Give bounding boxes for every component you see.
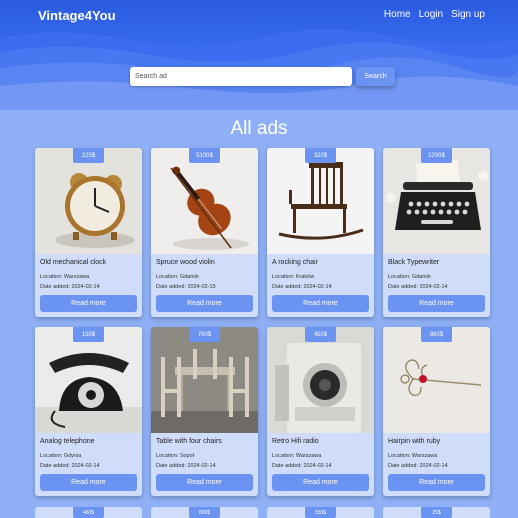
read-more-button[interactable]: Read more <box>40 474 137 491</box>
ad-image[interactable] <box>383 148 490 254</box>
ad-title: Analog telephone <box>40 438 95 445</box>
ad-card[interactable]: 800$ <box>151 507 258 518</box>
read-more-button[interactable]: Read more <box>272 295 369 312</box>
ad-card-body: Retro Hifi radio Location: Warszawa Date… <box>267 433 374 496</box>
ad-location: Location: Kraków <box>272 274 315 280</box>
search-bar: Search <box>130 67 395 86</box>
ad-card[interactable]: 25$ <box>383 507 490 518</box>
price-badge: 760$ <box>189 327 220 342</box>
brand-logo[interactable]: Vintage4You <box>38 8 116 23</box>
top-nav: Vintage4You Home Login Sign up <box>0 0 518 32</box>
ad-card[interactable]: 555$ <box>267 507 374 518</box>
price-badge: 800$ <box>189 507 220 518</box>
price-badge: 555$ <box>305 507 336 518</box>
price-badge: 225$ <box>73 148 104 163</box>
ad-location: Location: Gdańsk <box>156 274 199 280</box>
nav-links: Home Login Sign up <box>384 9 485 20</box>
ad-title: Hairpin with ruby <box>388 438 441 445</box>
ad-date: Date added: 2024-02-14 <box>388 463 448 469</box>
ad-card: 5100$ Spruce wood violin Location: Gdańs… <box>151 148 258 317</box>
ad-card-body: Black Typewriter Location: Gdańsk Date a… <box>383 254 490 317</box>
typewriter-icon <box>383 148 490 254</box>
hairpin-icon <box>383 327 490 433</box>
ad-title: Black Typewriter <box>388 259 440 266</box>
ad-card: 865$ Hairpin with ruby Location: Warszaw… <box>383 327 490 496</box>
ad-card: 1200$ Black Typewriter Location: Gdańsk … <box>383 148 490 317</box>
ad-location: Location: Gdańsk <box>388 274 431 280</box>
search-input[interactable] <box>130 67 352 86</box>
ad-image[interactable] <box>267 327 374 433</box>
price-badge: 450$ <box>305 327 336 342</box>
ad-title: Old mechanical clock <box>40 259 107 266</box>
nav-home-link[interactable]: Home <box>384 9 411 20</box>
price-badge: 150$ <box>73 327 104 342</box>
next-row-partial: 460$ 800$ 555$ 25$ <box>35 507 490 518</box>
ad-image[interactable] <box>35 148 142 254</box>
ads-grid: 225$ Old mechanical clock Location: Wars… <box>35 148 490 496</box>
ad-location: Location: Sopot <box>156 453 195 459</box>
read-more-button[interactable]: Read more <box>156 295 253 312</box>
ad-location: Location: Gdynia <box>40 453 82 459</box>
read-more-button[interactable]: Read more <box>40 295 137 312</box>
price-badge: 865$ <box>421 327 452 342</box>
ad-card[interactable]: 460$ <box>35 507 142 518</box>
ad-card: 150$ Analog telephone Location: Gdynia D… <box>35 327 142 496</box>
ad-location: Location: Warszawa <box>40 274 90 280</box>
ad-card-body: Analog telephone Location: Gdynia Date a… <box>35 433 142 496</box>
ad-date: Date added: 2024-02-14 <box>156 463 216 469</box>
ad-date: Date added: 2024-02-14 <box>272 284 332 290</box>
read-more-button[interactable]: Read more <box>156 474 253 491</box>
ad-title: A rocking chair <box>272 259 318 266</box>
ad-card-body: Hairpin with ruby Location: Warszawa Dat… <box>383 433 490 496</box>
price-badge: 5100$ <box>189 148 220 163</box>
price-badge: 460$ <box>73 507 104 518</box>
ad-card: 760$ Table with four chairs Location: So… <box>151 327 258 496</box>
price-badge: 25$ <box>421 507 452 518</box>
ad-card-body: A rocking chair Location: Kraków Date ad… <box>267 254 374 317</box>
ad-date: Date added: 2024-02-14 <box>272 463 332 469</box>
telephone-icon <box>35 327 142 433</box>
ad-date: Date added: 2024-02-15 <box>156 284 216 290</box>
ad-image[interactable] <box>35 327 142 433</box>
ad-image[interactable] <box>383 327 490 433</box>
ad-title: Table with four chairs <box>156 438 222 445</box>
read-more-button[interactable]: Read more <box>272 474 369 491</box>
ad-image[interactable] <box>267 148 374 254</box>
ad-image[interactable] <box>151 148 258 254</box>
ad-card-body: Spruce wood violin Location: Gdańsk Date… <box>151 254 258 317</box>
price-badge: 1200$ <box>421 148 452 163</box>
ad-title: Retro Hifi radio <box>272 438 319 445</box>
violin-icon <box>151 148 258 254</box>
ad-date: Date added: 2024-02-14 <box>40 463 100 469</box>
nav-login-link[interactable]: Login <box>419 9 443 20</box>
rocking-chair-icon <box>267 148 374 254</box>
nav-signup-link[interactable]: Sign up <box>451 9 485 20</box>
ad-card: 450$ Retro Hifi radio Location: Warszawa… <box>267 327 374 496</box>
ad-location: Location: Warszawa <box>272 453 322 459</box>
ad-card: 320$ A rocking chair Location: Kraków Da… <box>267 148 374 317</box>
alarm-clock-icon <box>35 148 142 254</box>
ad-date: Date added: 2024-02-14 <box>388 284 448 290</box>
ad-image[interactable] <box>151 327 258 433</box>
ad-card-body: Table with four chairs Location: Sopot D… <box>151 433 258 496</box>
table-chairs-icon <box>151 327 258 433</box>
ad-title: Spruce wood violin <box>156 259 215 266</box>
read-more-button[interactable]: Read more <box>388 474 485 491</box>
ad-card-body: Old mechanical clock Location: Warszawa … <box>35 254 142 317</box>
speaker-icon <box>267 327 374 433</box>
ad-location: Location: Warszawa <box>388 453 438 459</box>
ad-date: Date added: 2024-02-14 <box>40 284 100 290</box>
page-title: All ads <box>230 118 288 139</box>
search-button[interactable]: Search <box>356 67 395 86</box>
price-badge: 320$ <box>305 148 336 163</box>
ad-card: 225$ Old mechanical clock Location: Wars… <box>35 148 142 317</box>
read-more-button[interactable]: Read more <box>388 295 485 312</box>
